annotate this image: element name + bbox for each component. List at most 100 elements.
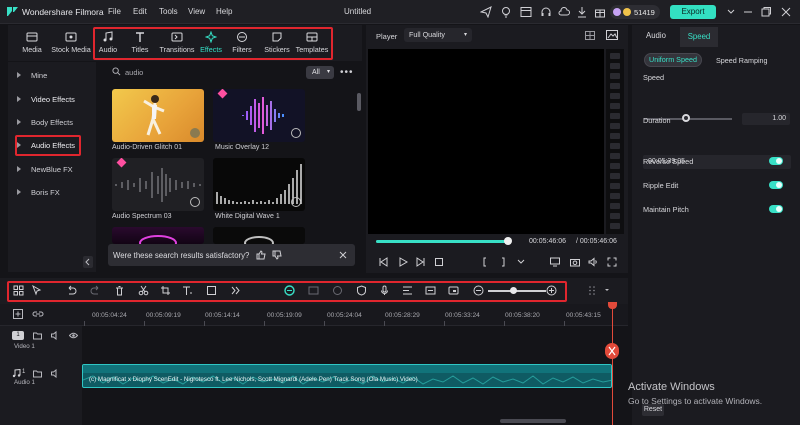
- effect-thumb-partial[interactable]: [112, 227, 204, 244]
- download-icon[interactable]: [190, 197, 200, 207]
- download-icon[interactable]: [576, 6, 588, 18]
- menu-edit[interactable]: Edit: [133, 7, 147, 16]
- audio-clip[interactable]: (c) Magnificat x Diophy ScenEdit - Nigro…: [82, 364, 612, 388]
- ruler-timestamp: 00:05:38:20: [505, 312, 540, 319]
- thumbs-down-icon[interactable]: [272, 250, 282, 260]
- film-strip-frame: [610, 213, 620, 219]
- mark-in-icon[interactable]: [480, 257, 490, 267]
- film-strip-frame: [610, 133, 620, 139]
- cloud-upload-icon[interactable]: [558, 6, 570, 18]
- mute-speaker-icon[interactable]: [51, 331, 60, 340]
- effect-thumb-audio-driven-glitch[interactable]: [112, 89, 204, 142]
- download-icon[interactable]: [291, 197, 301, 207]
- audio-track-number: 1: [22, 369, 26, 375]
- layout-icon[interactable]: [520, 6, 532, 18]
- video-preview-screen[interactable]: [368, 49, 604, 234]
- grid-dots-icon[interactable]: [588, 285, 596, 296]
- export-dropdown-chevron-icon[interactable]: [727, 6, 735, 18]
- effect-label: Music Overlay 12: [215, 144, 270, 151]
- send-icon[interactable]: [480, 6, 492, 18]
- filter-dropdown[interactable]: All ▾: [306, 66, 334, 79]
- film-strip-frame: [610, 163, 620, 169]
- tab-media[interactable]: Media: [14, 27, 50, 59]
- link-icon[interactable]: [32, 309, 44, 319]
- tab-audio-properties[interactable]: Audio: [646, 31, 666, 40]
- collapse-sidebar-button[interactable]: [83, 256, 93, 268]
- title-bar: Wondershare Filmora File Edit Tools View…: [0, 0, 800, 24]
- effect-thumb-white-digital-wave[interactable]: [213, 158, 305, 211]
- quality-dropdown[interactable]: Full Quality ▾: [404, 28, 472, 42]
- menu-view[interactable]: View: [188, 7, 205, 16]
- search-feedback-bar: Were these search results satisfactory?: [108, 244, 355, 266]
- maintain-pitch-toggle[interactable]: [769, 205, 783, 213]
- chevron-down-icon[interactable]: [603, 285, 611, 296]
- glow-image: [139, 235, 177, 244]
- download-icon[interactable]: [291, 128, 301, 138]
- close-icon[interactable]: [780, 6, 792, 18]
- gift-icon[interactable]: [594, 6, 606, 18]
- player-panel: Player Full Quality ▾ 00:05:46:06 / 00:05…: [366, 25, 628, 273]
- playback-options-icon[interactable]: [516, 257, 526, 267]
- timeline-horizontal-scrollbar[interactable]: [500, 419, 566, 423]
- folder-icon[interactable]: [33, 331, 42, 340]
- previous-frame-icon[interactable]: [378, 257, 388, 267]
- sidebar-item-mine[interactable]: Mine: [12, 66, 92, 84]
- ruler-timestamp: 00:05:28:29: [385, 312, 420, 319]
- volume-icon[interactable]: [588, 257, 598, 267]
- headset-icon[interactable]: [540, 6, 552, 18]
- mute-speaker-icon[interactable]: [51, 369, 60, 378]
- timeline-ruler[interactable]: 00:05:04:24 00:05:09:19 00:05:14:14 00:0…: [0, 304, 628, 326]
- tab-stock-media[interactable]: Stock Media: [48, 27, 94, 59]
- menu-tools[interactable]: Tools: [159, 7, 178, 16]
- mark-out-icon[interactable]: [498, 257, 508, 267]
- close-icon[interactable]: [339, 251, 347, 259]
- effects-scrollbar[interactable]: [357, 93, 361, 111]
- more-options-icon[interactable]: •••: [340, 67, 354, 78]
- export-button[interactable]: Export: [670, 5, 716, 19]
- expand-arrow-icon: [17, 72, 21, 78]
- display-icon[interactable]: [550, 257, 560, 267]
- sidebar-item-newblue-fx[interactable]: NewBlue FX: [12, 160, 92, 178]
- ripple-edit-toggle[interactable]: [769, 181, 783, 189]
- playhead[interactable]: [612, 303, 613, 425]
- add-track-icon[interactable]: [13, 309, 23, 319]
- eye-icon[interactable]: [69, 331, 78, 340]
- search-input[interactable]: audio: [108, 65, 303, 79]
- stop-icon[interactable]: [434, 257, 444, 267]
- menu-help[interactable]: Help: [216, 7, 232, 16]
- effect-thumb-music-overlay[interactable]: [213, 89, 305, 142]
- lightbulb-icon[interactable]: [500, 6, 512, 18]
- sidebar-item-boris-fx[interactable]: Boris FX: [12, 183, 92, 201]
- camera-snapshot-icon[interactable]: [570, 257, 580, 267]
- fullscreen-icon[interactable]: [607, 257, 617, 267]
- playback-progress-bar[interactable]: [376, 237, 512, 245]
- maximize-icon[interactable]: [760, 6, 772, 18]
- menu-file[interactable]: File: [108, 7, 121, 16]
- sidebar-item-video-effects[interactable]: Video Effects: [12, 90, 92, 108]
- progress-handle[interactable]: [504, 237, 512, 245]
- reverse-speed-toggle[interactable]: [769, 157, 783, 165]
- highlight-timeline-toolbar: [7, 281, 567, 302]
- grid-view-icon[interactable]: [585, 31, 595, 40]
- timeline-track-area[interactable]: (c) Magnificat x Diophy ScenEdit - Nigro…: [82, 326, 628, 425]
- sidebar-item-body-effects[interactable]: Body Effects: [12, 113, 92, 131]
- folder-icon[interactable]: [33, 369, 42, 378]
- effect-thumb-audio-spectrum[interactable]: [112, 158, 204, 211]
- download-icon[interactable]: [190, 128, 200, 138]
- snapshot-image-icon[interactable]: [606, 30, 618, 40]
- uniform-speed-tab[interactable]: Uniform Speed: [644, 53, 702, 67]
- speed-value-input[interactable]: 1.00: [742, 113, 790, 125]
- next-frame-icon[interactable]: [416, 257, 426, 267]
- expand-arrow-icon: [17, 96, 21, 102]
- playhead-scissor-handle[interactable]: [605, 343, 619, 359]
- minimize-icon[interactable]: [742, 6, 754, 18]
- ripple-edit-label: Ripple Edit: [643, 181, 679, 190]
- speed-ramping-tab[interactable]: Speed Ramping: [716, 56, 768, 65]
- tab-speed[interactable]: Speed: [680, 27, 718, 47]
- credits-badge[interactable]: 51419: [610, 5, 660, 19]
- speed-label: Speed: [643, 73, 665, 82]
- speed-slider-handle[interactable]: [682, 114, 690, 122]
- thumbs-up-icon[interactable]: [256, 250, 266, 260]
- play-icon[interactable]: [398, 257, 408, 267]
- effect-thumb-partial[interactable]: [213, 227, 305, 244]
